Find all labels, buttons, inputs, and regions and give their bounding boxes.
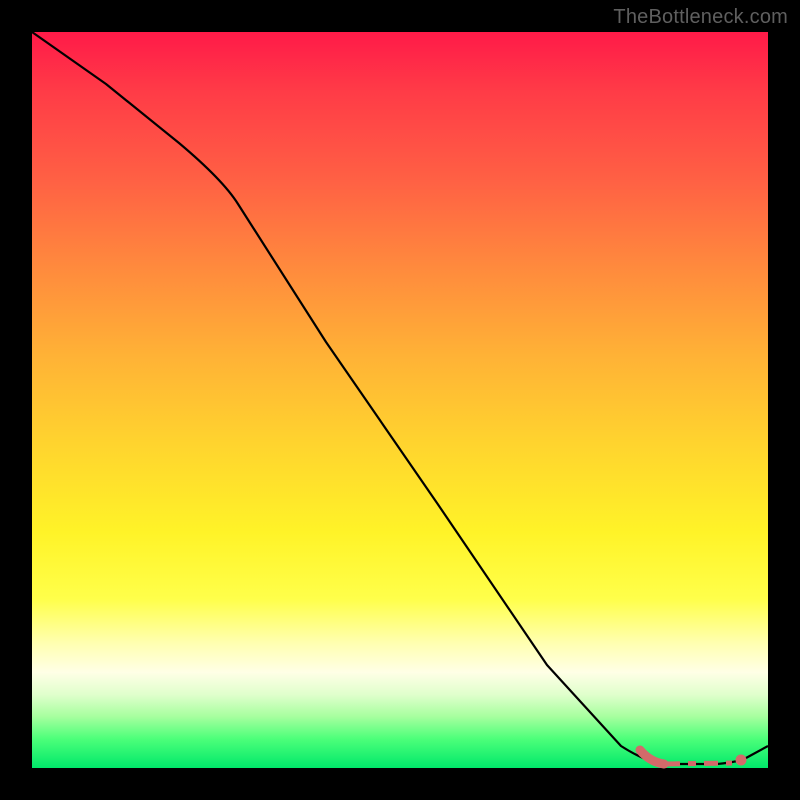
chart-frame: TheBottleneck.com (0, 0, 800, 800)
watermark-label: TheBottleneck.com (613, 6, 788, 29)
chart-overlay (32, 32, 768, 768)
optimal-range-start-marker (640, 750, 664, 764)
bottleneck-curve (32, 32, 768, 764)
optimal-range-end-dot (736, 755, 747, 766)
